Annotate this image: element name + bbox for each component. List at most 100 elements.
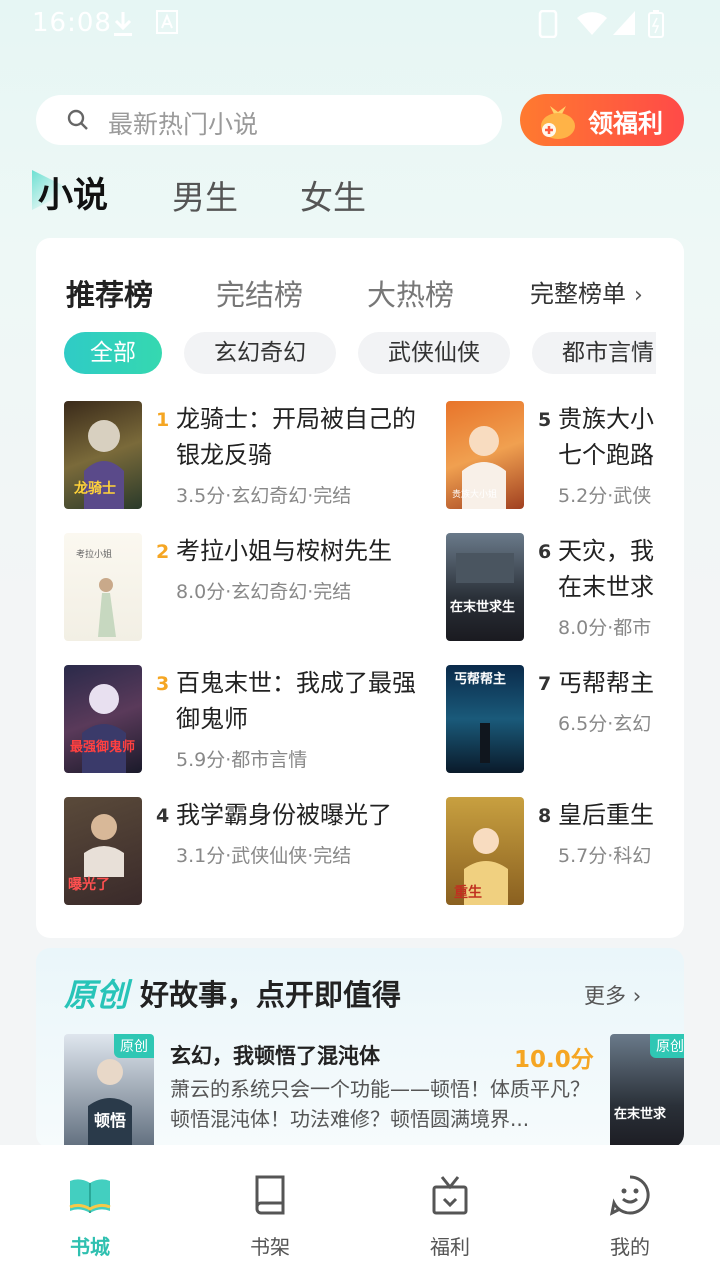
book-item[interactable]: 丐帮帮主 7 丐帮帮主 6.5分·玄幻 — [446, 665, 684, 775]
book-cover: 丐帮帮主 — [446, 665, 524, 773]
more-link[interactable]: 更多 › — [584, 980, 641, 1010]
svg-text:最强御鬼师: 最强御鬼师 — [70, 739, 135, 755]
svg-text:曝光了: 曝光了 — [68, 876, 110, 893]
book-item[interactable]: 贵族大小姐 5 贵族大小七个跑路 5.2分·武侠 — [446, 401, 684, 511]
bottom-navigation: 书城 书架 福利 我的 — [0, 1145, 720, 1280]
original-badge: 原创 — [114, 1034, 154, 1058]
book-meta: 5.7分·科幻 — [558, 845, 652, 867]
full-list-link[interactable]: 完整榜单 › — [530, 274, 643, 309]
rank-number: 8 — [538, 805, 552, 827]
book-meta: 3.1分·武侠仙侠·完结 — [176, 845, 352, 867]
nav-mine-label: 我的 — [610, 1235, 650, 1259]
book-icon — [255, 1175, 285, 1215]
book-item[interactable]: 曝光了 4 我学霸身份被曝光了 3.1分·武侠仙侠·完结 — [64, 797, 392, 907]
book-cover: 重生 — [446, 797, 524, 905]
svg-text:龙骑士: 龙骑士 — [73, 480, 116, 497]
featured-book-cover[interactable]: 顿悟 原创 — [64, 1034, 154, 1148]
search-placeholder: 最新热门小说 — [108, 110, 259, 139]
search-bar[interactable]: 最新热门小说 — [36, 95, 502, 145]
svg-text:在末世求生: 在末世求生 — [450, 599, 515, 615]
featured-title[interactable]: 玄幻，我顿悟了混沌体 — [170, 1040, 380, 1070]
welfare-button[interactable]: 领福利 — [520, 94, 684, 146]
book-cover: 考拉小姐 — [64, 533, 142, 641]
book-cover: 在末世求生 — [446, 533, 524, 641]
book-meta: 8.0分·玄幻奇幻·完结 — [176, 581, 352, 603]
book-title: 皇后重生 — [558, 801, 654, 829]
rank-number: 1 — [156, 409, 170, 431]
chip-all[interactable]: 全部 — [64, 332, 162, 374]
book-cover: 龙骑士 — [64, 401, 142, 509]
svg-text:考拉小姐: 考拉小姐 — [76, 548, 112, 560]
tab-finished-rank[interactable]: 完结榜 — [216, 272, 303, 314]
next-book-cover[interactable]: 在末世求 原创 — [610, 1034, 684, 1148]
original-slogan: 好故事，点开即值得 — [140, 978, 402, 1012]
nav-welfare-label: 福利 — [430, 1235, 470, 1259]
ranking-card: 推荐榜 完结榜 大热榜 完整榜单 › 全部 玄幻奇幻 武侠仙侠 都市言情 龙骑士 … — [36, 238, 684, 938]
tab-recommend-rank[interactable]: 推荐榜 — [66, 272, 153, 314]
featured-description: 萧云的系统只会一个功能——顿悟！体质平凡？顿悟混沌体！功法难修？顿悟圆满境界..… — [170, 1077, 590, 1131]
category-tabs: 小说 男生 女生 — [0, 165, 720, 221]
rank-number: 4 — [156, 805, 170, 827]
book-title: 我学霸身份被曝光了 — [176, 801, 392, 829]
full-list-label: 完整榜单 — [530, 280, 626, 308]
svg-text:顿悟: 顿悟 — [94, 1111, 126, 1130]
original-section: 原创 好故事，点开即值得 更多 › 顿悟 原创 玄幻，我顿悟了混沌体 10.0分… — [36, 948, 684, 1148]
svg-text:丐帮帮主: 丐帮帮主 — [454, 671, 506, 687]
book-cover: 贵族大小姐 — [446, 401, 524, 509]
wifi-icon — [576, 10, 608, 40]
font-icon — [156, 10, 178, 38]
book-title: 龙骑士：开局被自己的银龙反骑 — [176, 405, 416, 469]
book-title: 考拉小姐与桉树先生 — [176, 537, 392, 565]
svg-text:重生: 重生 — [454, 884, 482, 901]
svg-text:贵族大小姐: 贵族大小姐 — [452, 488, 497, 500]
welfare-label: 领福利 — [588, 109, 664, 138]
book-title: 天灾，我在末世求 — [558, 537, 654, 601]
signal-icon — [612, 10, 636, 40]
book-title: 百鬼末世：我成了最强御鬼师 — [176, 669, 416, 733]
vibrate-icon — [538, 9, 558, 42]
gift-icon — [432, 1176, 468, 1215]
nav-bookstore-label: 书城 — [70, 1235, 110, 1259]
tab-male[interactable]: 男生 — [172, 171, 238, 219]
chip-fantasy[interactable]: 玄幻奇幻 — [184, 332, 336, 374]
chip-wuxia[interactable]: 武侠仙侠 — [358, 332, 510, 374]
more-label: 更多 — [584, 984, 626, 1008]
book-meta: 5.2分·武侠 — [558, 485, 652, 507]
book-title: 丐帮帮主 — [558, 669, 654, 697]
battery-icon — [648, 10, 664, 42]
tab-hot-rank[interactable]: 大热榜 — [367, 272, 454, 314]
book-item[interactable]: 重生 8 皇后重生 5.7分·科幻 — [446, 797, 684, 907]
book-meta: 3.5分·玄幻奇幻·完结 — [176, 485, 352, 507]
smiley-icon — [609, 1175, 650, 1216]
book-cover: 曝光了 — [64, 797, 142, 905]
book-item[interactable]: 在末世求生 6 天灾，我在末世求 8.0分·都市 — [446, 533, 684, 643]
svg-text:在末世求: 在末世求 — [614, 1106, 667, 1122]
book-item[interactable]: 考拉小姐 2 考拉小姐与桉树先生 8.0分·玄幻奇幻·完结 — [64, 533, 392, 643]
original-badge: 原创 — [650, 1034, 684, 1058]
status-time: 16:08 — [32, 8, 112, 38]
money-bag-icon — [536, 100, 580, 144]
rank-number: 7 — [538, 673, 552, 695]
book-item[interactable]: 最强御鬼师 3 百鬼末世：我成了最强御鬼师 5.9分·都市言情 — [64, 665, 416, 775]
book-item[interactable]: 龙骑士 1 龙骑士：开局被自己的银龙反骑 3.5分·玄幻奇幻·完结 — [64, 401, 416, 511]
rank-number: 2 — [156, 541, 170, 563]
rank-number: 3 — [156, 673, 170, 695]
book-cover: 最强御鬼师 — [64, 665, 142, 773]
book-meta: 8.0分·都市 — [558, 617, 652, 639]
open-book-icon — [69, 1179, 111, 1213]
original-brand: 原创 — [64, 976, 129, 1014]
tab-novel[interactable]: 小说 — [38, 167, 108, 218]
nav-bookshelf-label: 书架 — [250, 1235, 290, 1259]
chevron-right-icon: › — [634, 283, 643, 308]
search-icon — [66, 108, 90, 136]
rank-number: 5 — [538, 409, 552, 431]
rank-number: 6 — [538, 541, 552, 563]
book-meta: 5.9分·都市言情 — [176, 749, 308, 771]
chip-urban[interactable]: 都市言情 — [532, 332, 656, 374]
featured-score: 10.0分 — [514, 1047, 594, 1073]
book-meta: 6.5分·玄幻 — [558, 713, 652, 735]
status-bar: 16:08 — [0, 0, 720, 48]
chevron-right-icon: › — [632, 984, 642, 1008]
book-title: 贵族大小七个跑路 — [558, 405, 654, 469]
tab-female[interactable]: 女生 — [300, 171, 366, 219]
